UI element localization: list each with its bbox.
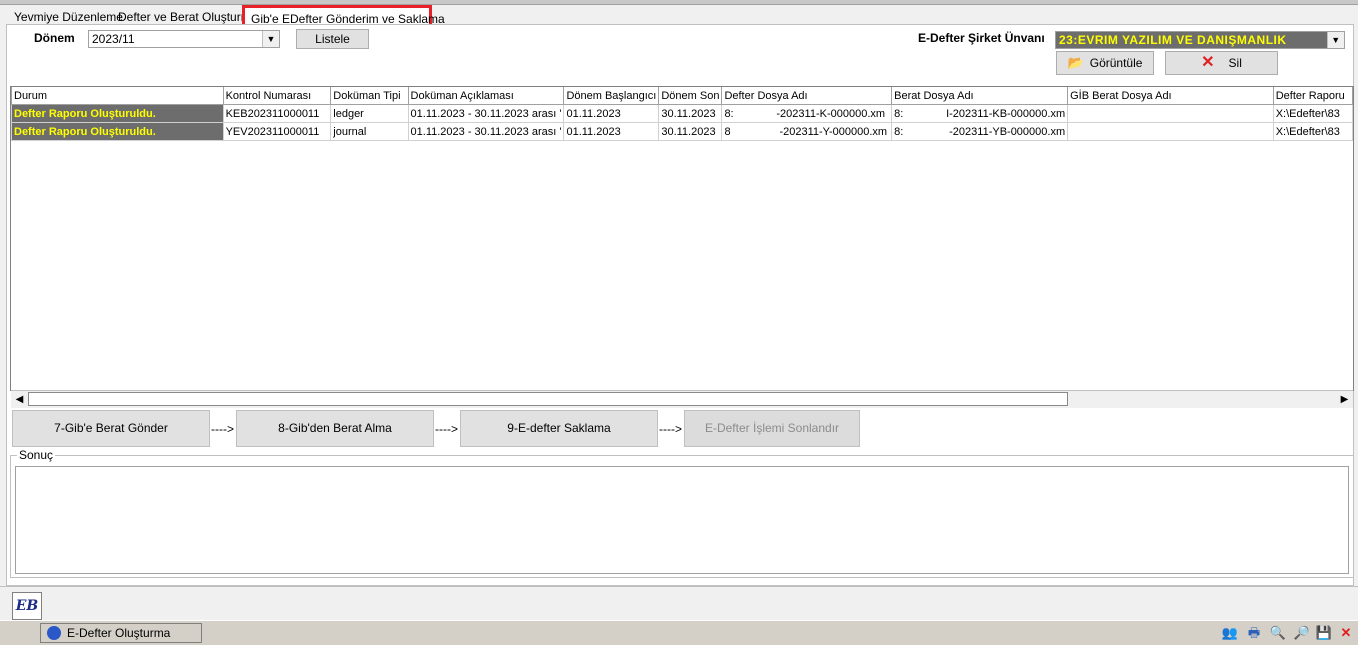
grid-header-row: Durum Kontrol Numarası Doküman Tipi Dokü… — [11, 87, 1353, 105]
document-grid[interactable]: Durum Kontrol Numarası Doküman Tipi Dokü… — [10, 86, 1354, 391]
company-value: 23:EVRIM YAZILIM VE DANIŞMANLIK — [1059, 33, 1287, 47]
table-cell[interactable]: YEV202311000011 — [222, 122, 332, 141]
col-defter-raporu[interactable]: Defter Raporu — [1272, 87, 1353, 105]
taskbar-item-edefter-olusturma[interactable]: E-Defter Oluşturma — [40, 623, 202, 643]
col-donem-baslangici[interactable]: Dönem Başlangıcı — [563, 87, 660, 105]
gib-berat-alma-button[interactable]: 8-Gib'den Berat Alma — [236, 410, 434, 447]
table-cell[interactable]: 01.11.2023 - 30.11.2023 arası ' — [407, 104, 565, 123]
delete-x-icon: ✕ — [1201, 54, 1215, 71]
users-icon[interactable]: 👥 — [1220, 623, 1240, 643]
table-cell[interactable]: 30.11.2023 — [658, 122, 723, 141]
chevron-down-icon[interactable]: ▼ — [1327, 32, 1344, 48]
status-cell[interactable]: Defter Raporu Oluşturuldu. — [11, 122, 224, 141]
table-row[interactable]: Defter Raporu Oluşturuldu. YEV2023110000… — [11, 122, 1353, 141]
listele-button[interactable]: Listele — [296, 29, 369, 49]
table-cell[interactable]: ledger — [330, 104, 409, 123]
close-icon[interactable]: ✕ — [1336, 623, 1356, 643]
gib-berat-gonder-button[interactable]: 7-Gib'e Berat Gönder — [12, 410, 210, 447]
goruntule-label: Görüntüle — [1089, 56, 1143, 70]
print-icon[interactable]: 🖶 — [1244, 623, 1264, 643]
sonuc-label: Sonuç — [17, 448, 56, 462]
company-select[interactable]: 23:EVRIM YAZILIM VE DANIŞMANLIK ▼ — [1055, 31, 1345, 49]
sonuc-groupbox: Sonuç — [10, 448, 1354, 578]
tab-strip: Yevmiye Düzenleme Defter ve Berat Oluştu… — [6, 5, 1352, 29]
table-cell[interactable]: 30.11.2023 — [658, 104, 723, 123]
table-cell[interactable]: 01.11.2023 — [563, 122, 660, 141]
grid-horizontal-scrollbar[interactable]: ◀ ▶ — [11, 390, 1353, 408]
donem-label: Dönem — [34, 31, 75, 45]
table-row[interactable]: Defter Raporu Oluşturuldu. KEB2023110000… — [11, 104, 1353, 123]
eb-logo: EB — [12, 592, 42, 620]
sil-button[interactable]: ✕ Sil — [1165, 51, 1278, 75]
table-cell[interactable]: 8: -202311-K-000000.xm — [721, 104, 893, 123]
table-cell[interactable]: 01.11.2023 — [563, 104, 660, 123]
table-cell[interactable] — [1067, 104, 1274, 123]
donem-select[interactable]: 2023/11 ▼ — [88, 30, 280, 48]
tab-yevmiye-duzenleme[interactable]: Yevmiye Düzenleme — [14, 9, 123, 25]
col-dokuman-tipi[interactable]: Doküman Tipi — [330, 87, 409, 105]
taskbar-item-label: E-Defter Oluşturma — [67, 626, 171, 640]
col-dokuman-aciklamasi[interactable]: Doküman Açıklaması — [407, 87, 565, 105]
table-cell[interactable]: KEB202311000011 — [222, 104, 332, 123]
col-kontrol-numarasi[interactable]: Kontrol Numarası — [222, 87, 332, 105]
table-cell[interactable]: 8 -202311-Y-000000.xm — [721, 122, 893, 141]
table-cell[interactable]: X:\Edefter\83 — [1272, 104, 1353, 123]
table-cell[interactable]: 8: -202311-YB-000000.xm — [891, 122, 1069, 141]
donem-value: 2023/11 — [92, 32, 135, 46]
col-durum[interactable]: Durum — [11, 87, 224, 105]
col-berat-dosya-adi[interactable]: Berat Dosya Adı — [891, 87, 1069, 105]
company-label: E-Defter Şirket Ünvanı — [918, 31, 1045, 45]
app-globe-icon — [47, 626, 61, 640]
step-arrow: ----> — [435, 422, 458, 436]
sonuc-textarea[interactable] — [15, 466, 1349, 574]
scroll-left-icon[interactable]: ◀ — [11, 391, 28, 408]
sil-label: Sil — [1228, 56, 1242, 70]
table-cell[interactable]: 01.11.2023 - 30.11.2023 arası ' — [407, 122, 565, 141]
goruntule-button[interactable]: 📂 Görüntüle — [1056, 51, 1154, 75]
step-arrow: ----> — [211, 422, 234, 436]
zoom-out-icon[interactable]: 🔎 — [1292, 623, 1312, 643]
step-arrow: ----> — [659, 422, 682, 436]
scrollbar-thumb[interactable] — [28, 392, 1068, 406]
bottom-toolbar — [0, 586, 1358, 621]
save-icon[interactable]: 💾 — [1314, 623, 1334, 643]
table-cell[interactable]: 8: I-202311-KB-000000.xm — [891, 104, 1069, 123]
col-gib-berat-dosya-adi[interactable]: GİB Berat Dosya Adı — [1067, 87, 1274, 105]
chevron-down-icon[interactable]: ▼ — [262, 31, 279, 47]
scroll-right-icon[interactable]: ▶ — [1336, 391, 1353, 408]
tab-defter-berat-olusturma[interactable]: Defter ve Berat Oluşturma — [118, 9, 257, 25]
col-donem-son[interactable]: Dönem Son — [658, 87, 723, 105]
col-defter-dosya-adi[interactable]: Defter Dosya Adı — [721, 87, 893, 105]
table-cell[interactable]: journal — [330, 122, 409, 141]
folder-open-icon: 📂 — [1067, 55, 1084, 70]
edefter-islemi-sonlandir-button: E-Defter İşlemi Sonlandır — [684, 410, 860, 447]
taskbar: E-Defter Oluşturma 👥 🖶 🔍 🔎 💾 ✕ — [0, 620, 1358, 645]
zoom-in-icon[interactable]: 🔍 — [1268, 623, 1288, 643]
status-cell[interactable]: Defter Raporu Oluşturuldu. — [11, 104, 224, 123]
table-cell[interactable]: X:\Edefter\83 — [1272, 122, 1353, 141]
table-cell[interactable] — [1067, 122, 1274, 141]
edefter-saklama-button[interactable]: 9-E-defter Saklama — [460, 410, 658, 447]
